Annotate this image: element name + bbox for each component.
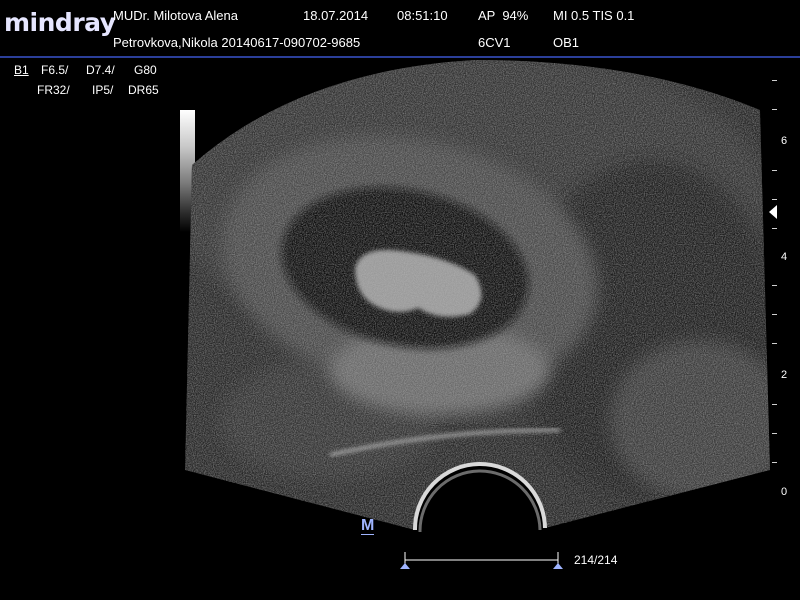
depth-label-0: 0 (781, 486, 788, 498)
orientation-marker: M (361, 517, 375, 535)
depth-label-4: 4 (781, 251, 788, 263)
depth-label-2: 2 (781, 369, 788, 381)
cine-slider[interactable] (396, 548, 571, 572)
cine-start-handle-icon[interactable] (400, 563, 410, 569)
depth-scale: 6 4 2 0 (760, 70, 800, 510)
depth-label-6: 6 (781, 135, 788, 147)
cine-end-handle-icon[interactable] (553, 563, 563, 569)
frame-counter: 214/214 (574, 553, 618, 567)
focus-position-icon[interactable] (769, 205, 777, 219)
ultrasound-image (185, 60, 770, 533)
